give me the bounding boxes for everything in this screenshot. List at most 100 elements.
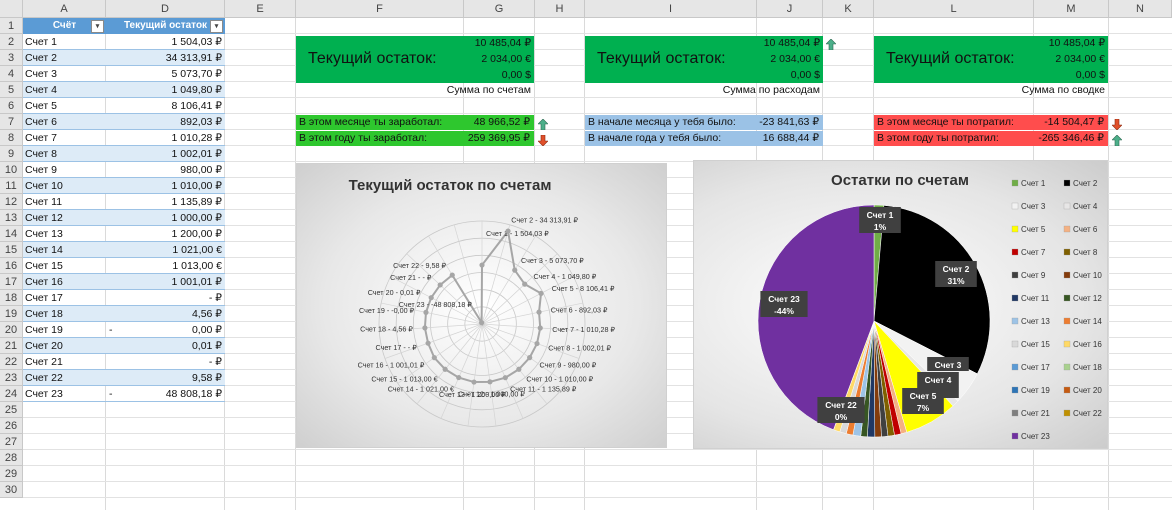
radar-point[interactable]: [505, 228, 511, 234]
radar-point[interactable]: [527, 355, 533, 361]
pie-legend-label[interactable]: Счет 3: [1021, 202, 1046, 211]
pie-legend-label[interactable]: Счет 16: [1073, 340, 1102, 349]
pie-legend-label[interactable]: Счет 12: [1073, 294, 1102, 303]
account-name-cell[interactable]: Счет 11: [23, 194, 106, 210]
row-header-20[interactable]: 20: [0, 322, 23, 338]
radar-point[interactable]: [537, 325, 543, 331]
account-balance-cell[interactable]: 1 200,00 ₽: [106, 226, 225, 242]
radar-point[interactable]: [479, 262, 485, 268]
account-name-cell[interactable]: Счет 12: [23, 210, 106, 226]
account-name-cell[interactable]: Счет 9: [23, 162, 106, 178]
row-header-25[interactable]: 25: [0, 402, 23, 418]
account-balance-cell[interactable]: - 48 808,18 ₽: [106, 386, 225, 402]
pie-legend-label[interactable]: Счет 10: [1073, 271, 1102, 280]
column-header-H[interactable]: H: [535, 0, 585, 18]
radar-point[interactable]: [471, 379, 477, 385]
row-header-18[interactable]: 18: [0, 290, 23, 306]
column-header-K[interactable]: K: [823, 0, 874, 18]
account-name-cell[interactable]: Счет 23: [23, 386, 106, 402]
row-header-8[interactable]: 8: [0, 130, 23, 146]
pie-legend-label[interactable]: Счет 4: [1073, 202, 1098, 211]
pie-chart[interactable]: Остатки по счетам Счет 1 1% Счет 2 31% Счет 3…: [693, 160, 1108, 449]
radar-point[interactable]: [456, 374, 462, 381]
row-header-10[interactable]: 10: [0, 162, 23, 178]
radar-point[interactable]: [431, 355, 437, 361]
row-header-9[interactable]: 9: [0, 146, 23, 162]
account-balance-cell[interactable]: 1 010,28 ₽: [106, 130, 225, 146]
account-balance-cell[interactable]: - 0,00 ₽: [106, 322, 225, 338]
account-balance-cell[interactable]: 1 013,00 €: [106, 258, 225, 274]
account-name-cell[interactable]: Счет 18: [23, 306, 106, 322]
account-balance-cell[interactable]: 1 010,00 ₽: [106, 178, 225, 194]
radar-point[interactable]: [534, 340, 540, 347]
pie-legend-label[interactable]: Счет 18: [1073, 363, 1102, 372]
row-header-6[interactable]: 6: [0, 98, 23, 114]
account-name-cell[interactable]: Счет 14: [23, 242, 106, 258]
row-header-19[interactable]: 19: [0, 306, 23, 322]
row-header-11[interactable]: 11: [0, 178, 23, 194]
pie-legend-label[interactable]: Счет 15: [1021, 340, 1050, 349]
table-header-balance[interactable]: Текущий остаток ▾: [106, 18, 225, 34]
pie-legend-label[interactable]: Счет 2: [1073, 179, 1098, 188]
account-balance-cell[interactable]: 892,03 ₽: [106, 114, 225, 130]
row-header-16[interactable]: 16: [0, 258, 23, 274]
radar-point[interactable]: [422, 325, 428, 331]
account-name-cell[interactable]: Счет 2: [23, 50, 106, 66]
account-balance-cell[interactable]: 1 049,80 ₽: [106, 82, 225, 98]
row-header-5[interactable]: 5: [0, 82, 23, 98]
account-balance-cell[interactable]: - ₽: [106, 354, 225, 370]
account-balance-cell[interactable]: 0,01 ₽: [106, 338, 225, 354]
pie-legend-label[interactable]: Счет 5: [1021, 225, 1046, 234]
pie-legend-label[interactable]: Счет 7: [1021, 248, 1046, 257]
radar-point[interactable]: [538, 290, 544, 297]
row-header-2[interactable]: 2: [0, 34, 23, 50]
radar-point[interactable]: [479, 320, 485, 326]
pie-legend-label[interactable]: Счет 22: [1073, 409, 1102, 418]
account-balance-cell[interactable]: 1 000,00 ₽: [106, 210, 225, 226]
radar-point[interactable]: [442, 366, 448, 372]
row-header-24[interactable]: 24: [0, 386, 23, 402]
account-balance-cell[interactable]: 5 073,70 ₽: [106, 66, 225, 82]
pie-legend-label[interactable]: Счет 20: [1073, 386, 1102, 395]
account-name-cell[interactable]: Счет 10: [23, 178, 106, 194]
pie-legend-label[interactable]: Счет 23: [1021, 432, 1050, 441]
radar-point[interactable]: [536, 309, 542, 315]
account-name-cell[interactable]: Счет 8: [23, 146, 106, 162]
radar-point[interactable]: [516, 366, 522, 372]
radar-point[interactable]: [425, 340, 431, 346]
pie-legend-label[interactable]: Счет 6: [1073, 225, 1098, 234]
row-header-26[interactable]: 26: [0, 418, 23, 434]
row-header-27[interactable]: 27: [0, 434, 23, 450]
row-header-17[interactable]: 17: [0, 274, 23, 290]
filter-dropdown-icon[interactable]: ▾: [91, 20, 104, 33]
pie-legend-label[interactable]: Счет 8: [1073, 248, 1098, 257]
pie-legend-label[interactable]: Счет 9: [1021, 271, 1046, 280]
pie-legend-label[interactable]: Счет 14: [1073, 317, 1102, 326]
row-header-14[interactable]: 14: [0, 226, 23, 242]
row-header-13[interactable]: 13: [0, 210, 23, 226]
radar-point[interactable]: [423, 309, 429, 315]
column-header-A[interactable]: A: [23, 0, 106, 18]
row-header-15[interactable]: 15: [0, 242, 23, 258]
pie-legend-label[interactable]: Счет 17: [1021, 363, 1050, 372]
row-header-12[interactable]: 12: [0, 194, 23, 210]
row-header-28[interactable]: 28: [0, 450, 23, 466]
radar-chart[interactable]: Текущий остаток по счетам Счет 1 - 1 504,…: [296, 163, 667, 448]
account-name-cell[interactable]: Счет 5: [23, 98, 106, 114]
radar-point[interactable]: [487, 379, 493, 385]
column-header-M[interactable]: M: [1034, 0, 1109, 18]
pie-legend-label[interactable]: Счет 19: [1021, 386, 1050, 395]
account-name-cell[interactable]: Счет 4: [23, 82, 106, 98]
column-header-G[interactable]: G: [464, 0, 535, 18]
account-name-cell[interactable]: Счет 16: [23, 274, 106, 290]
pie-legend-label[interactable]: Счет 13: [1021, 317, 1050, 326]
account-balance-cell[interactable]: 8 106,41 ₽: [106, 98, 225, 114]
row-header-1[interactable]: 1: [0, 18, 23, 34]
account-name-cell[interactable]: Счет 1: [23, 34, 106, 50]
column-header-D[interactable]: D: [106, 0, 225, 18]
pie-legend-label[interactable]: Счет 21: [1021, 409, 1050, 418]
radar-point[interactable]: [522, 281, 528, 287]
radar-point[interactable]: [449, 272, 455, 278]
row-header-29[interactable]: 29: [0, 466, 23, 482]
row-header-3[interactable]: 3: [0, 50, 23, 66]
